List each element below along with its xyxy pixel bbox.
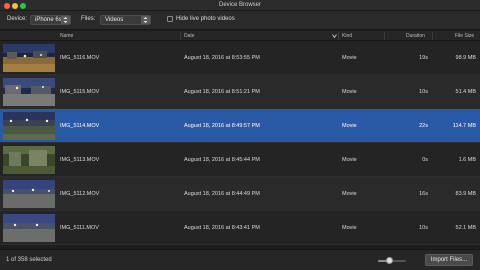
file-duration: 16s — [419, 191, 428, 197]
file-kind: Movie — [342, 157, 357, 163]
file-duration: 0s — [422, 157, 428, 163]
device-label: Device: — [7, 16, 28, 22]
sort-descending-icon — [332, 34, 337, 40]
file-date: August 18, 2016 at 8:53:55 PM — [184, 55, 260, 61]
file-date: August 18, 2016 at 8:44:49 PM — [184, 191, 260, 197]
window-title: Device Browser — [218, 2, 261, 8]
import-files-button[interactable]: Import Files... — [425, 254, 473, 266]
files-label: Files: — [81, 16, 96, 22]
file-name: IMG_5111.MOV — [60, 225, 99, 231]
file-kind: Movie — [342, 225, 357, 231]
file-kind: Movie — [342, 55, 357, 61]
file-list: IMG_5116.MOV August 18, 2016 at 8:53:55 … — [0, 41, 480, 245]
file-row[interactable]: IMG_5113.MOV August 18, 2016 at 8:45:44 … — [0, 143, 480, 177]
file-name: IMG_5113.MOV — [60, 157, 100, 163]
column-header-date[interactable]: Date — [184, 33, 195, 39]
file-kind: Movie — [342, 191, 357, 197]
files-select-value: Videos — [105, 17, 124, 23]
file-date: August 18, 2016 at 8:45:44 PM — [184, 157, 260, 163]
column-header-duration[interactable]: Duration — [406, 33, 425, 39]
device-select-value: iPhone 6s — [35, 17, 62, 23]
video-thumbnail — [3, 44, 55, 72]
file-row[interactable]: IMG_5114.MOV August 18, 2016 at 8:49:57 … — [0, 109, 480, 143]
file-date: August 18, 2016 at 8:43:41 PM — [184, 225, 260, 231]
file-duration: 22s — [419, 123, 428, 129]
file-row[interactable]: IMG_5112.MOV August 18, 2016 at 8:44:49 … — [0, 177, 480, 211]
column-divider — [432, 32, 433, 40]
column-divider — [338, 32, 339, 40]
device-select[interactable]: iPhone 6s — [30, 15, 71, 25]
file-size: 1.6 MB — [458, 157, 476, 163]
column-header-name[interactable]: Name — [60, 33, 73, 39]
file-kind: Movie — [342, 89, 357, 95]
file-size: 83.9 MB — [455, 191, 476, 197]
file-row[interactable]: IMG_5116.MOV August 18, 2016 at 8:53:55 … — [0, 41, 480, 75]
file-row[interactable]: IMG_5115.MOV August 18, 2016 at 8:51:21 … — [0, 75, 480, 109]
file-date: August 18, 2016 at 8:49:57 PM — [184, 123, 260, 129]
column-header-file-size[interactable]: File Size — [455, 33, 474, 39]
file-duration: 19s — [419, 55, 428, 61]
video-thumbnail — [3, 180, 55, 208]
hide-live-photo-checkbox[interactable] — [167, 15, 173, 22]
video-thumbnail — [3, 78, 55, 106]
file-name: IMG_5115.MOV — [60, 89, 100, 95]
file-row[interactable]: IMG_5111.MOV August 18, 2016 at 8:43:41 … — [0, 211, 480, 245]
column-divider — [384, 32, 385, 40]
file-duration: 10s — [419, 225, 428, 231]
file-name: IMG_5114.MOV — [60, 123, 100, 129]
file-size: 52.1 MB — [455, 225, 476, 231]
column-divider — [180, 32, 181, 40]
file-duration: 10s — [419, 89, 428, 95]
file-size: 114.7 MB — [452, 123, 476, 129]
file-size: 51.4 MB — [455, 89, 476, 95]
file-size: 98.9 MB — [455, 55, 476, 61]
video-thumbnail — [3, 146, 55, 174]
video-thumbnail — [3, 112, 55, 140]
files-select[interactable]: Videos — [100, 15, 151, 25]
file-name: IMG_5112.MOV — [60, 191, 100, 197]
toolbar: Device: iPhone 6s Files: Videos Hide liv… — [0, 11, 480, 30]
file-name: IMG_5116.MOV — [60, 55, 100, 61]
video-thumbnail — [3, 214, 55, 242]
status-bar: 1 of 358 selected Import Files... — [0, 249, 480, 270]
title-bar: Device Browser — [0, 0, 480, 11]
file-date: August 18, 2016 at 8:51:21 PM — [184, 89, 260, 95]
selection-count: 1 of 358 selected — [6, 257, 52, 263]
hide-live-photo-label: Hide live photo videos — [176, 16, 235, 22]
column-header-kind[interactable]: Kind — [342, 33, 352, 39]
up-down-arrows-icon — [141, 16, 150, 24]
slider-knob[interactable] — [385, 256, 393, 264]
up-down-arrows-icon — [61, 16, 70, 24]
file-kind: Movie — [342, 123, 357, 129]
column-header-row: Name Date Kind Duration File Size — [0, 31, 480, 41]
